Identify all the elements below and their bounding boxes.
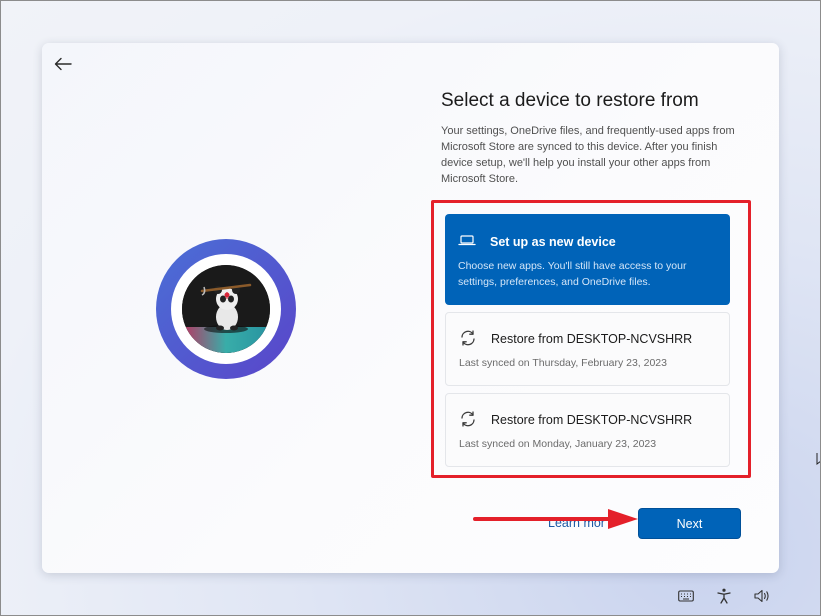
keyboard-button[interactable] [676,587,696,605]
restore-options-list: Set up as new device Choose new apps. Yo… [445,214,730,467]
volume-button[interactable] [752,587,772,605]
volume-icon [754,589,769,603]
back-button[interactable] [52,53,74,75]
account-avatar-ring [156,239,296,379]
learn-more-link[interactable]: Learn mor [548,516,605,530]
page-title: Select a device to restore from [441,90,699,111]
option-title: Restore from DESKTOP-NCVSHRR [491,332,693,346]
option-subtitle: Last synced on Thursday, February 23, 20… [459,357,667,369]
keyboard-icon [678,590,694,602]
panda-image [182,265,270,353]
option-title: Set up as new device [490,235,616,249]
setup-window: Select a device to restore from Your set… [42,43,779,573]
avatar [182,265,270,353]
option-subtitle: Last synced on Monday, January 23, 2023 [459,438,657,450]
option-subtitle: Choose new apps. You'll still have acces… [458,260,687,288]
option-restore-2[interactable]: Restore from DESKTOP-NCVSHRR Last synced… [445,393,730,467]
page-description: Your settings, OneDrive files, and frequ… [441,125,735,185]
accessibility-button[interactable] [714,587,734,605]
arrow-left-icon [54,57,72,71]
option-title: Restore from DESKTOP-NCVSHRR [491,413,693,427]
option-new-device[interactable]: Set up as new device Choose new apps. Yo… [445,214,730,305]
mouse-cursor-icon [816,453,821,465]
laptop-icon [458,231,476,249]
option-restore-1[interactable]: Restore from DESKTOP-NCVSHRR Last synced… [445,312,730,386]
accessibility-icon [717,588,731,604]
next-button[interactable]: Next [638,508,741,539]
sync-icon [459,329,477,347]
sync-icon [459,410,477,428]
